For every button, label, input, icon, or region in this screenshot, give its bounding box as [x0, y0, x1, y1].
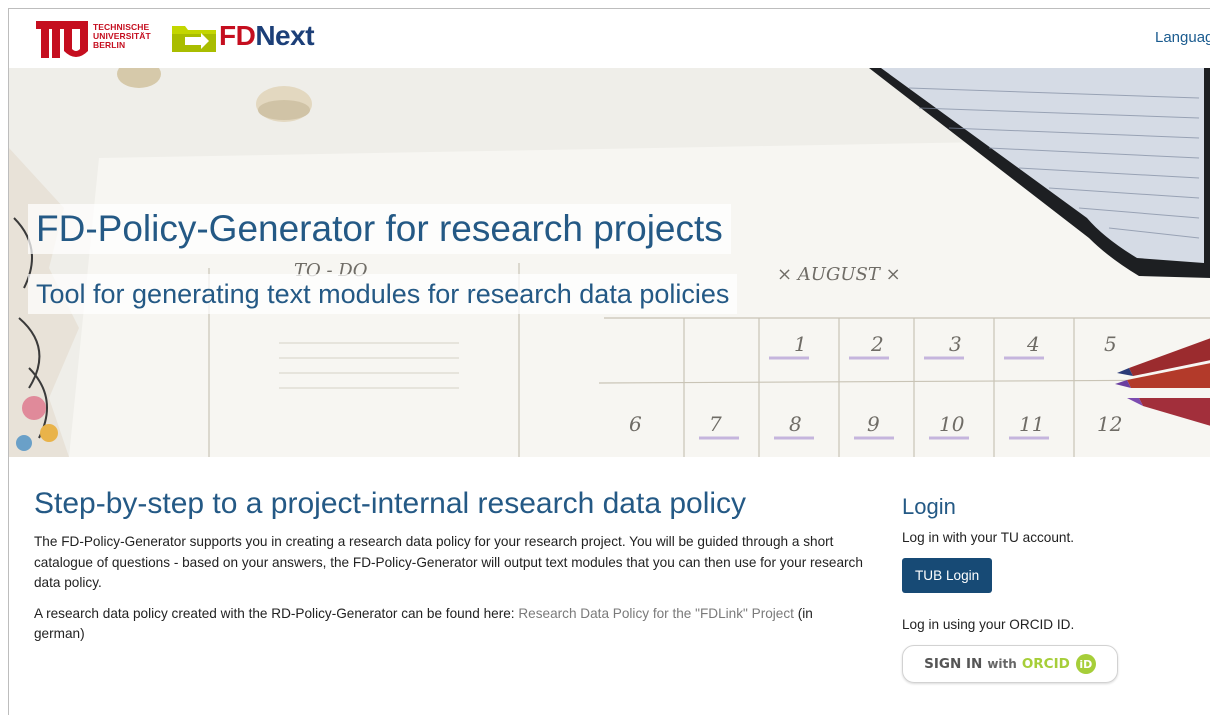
hero-subtitle: Tool for generating text modules for res…	[28, 274, 738, 314]
calendar-day-4: 4	[1026, 332, 1040, 356]
calendar-day-8: 8	[789, 412, 802, 436]
orcid-login-text: Log in using your ORCID ID.	[902, 617, 1075, 632]
hero-title: FD-Policy-Generator for research project…	[28, 204, 731, 254]
calendar-day-2: 2	[870, 332, 884, 356]
calendar-day-6: 6	[629, 412, 642, 436]
calendar-day-7: 7	[709, 412, 722, 436]
orcid-signin-label: SIGN IN	[924, 656, 983, 672]
main-content: Step-by-step to a project-internal resea…	[34, 484, 864, 645]
calendar-day-9: 9	[867, 412, 880, 436]
example-prefix: A research data policy created with the …	[34, 605, 519, 621]
intro-paragraph: The FD-Policy-Generator supports you in …	[34, 534, 863, 590]
language-menu[interactable]: Languag	[1155, 29, 1210, 46]
calendar-day-1: 1	[794, 332, 807, 356]
logo-next: Next	[255, 20, 315, 51]
login-panel: Login Log in with your TU account. TUB L…	[902, 493, 1202, 683]
orcid-brand-label: ORCID	[1021, 656, 1070, 672]
tu-logo-line-3: BERLIN	[93, 40, 126, 50]
hero-background-image: TO - DO × AUGUST × 1 2 3 4 5 6 7 8 9 10 …	[9, 68, 1210, 457]
hero-banner: TO - DO × AUGUST × 1 2 3 4 5 6 7 8 9 10 …	[9, 68, 1210, 457]
tu-berlin-logo-text: TECHNISCHE UNIVERSITÄT BERLIN	[93, 23, 151, 50]
orcid-id-icon: iD	[1075, 654, 1096, 674]
calendar-day-5: 5	[1104, 332, 1117, 356]
site-header: TECHNISCHE UNIVERSITÄT BERLIN FDNext Lan…	[9, 9, 1210, 68]
orcid-with-label: with	[987, 657, 1017, 671]
notepad-month-text: × AUGUST ×	[777, 264, 901, 285]
calendar-day-3: 3	[949, 332, 962, 356]
fdlink-policy-link[interactable]: Research Data Policy for the "FDLink" Pr…	[518, 606, 794, 621]
tu-berlin-logo-icon[interactable]	[36, 21, 88, 58]
calendar-day-12: 12	[1097, 412, 1122, 436]
fdnext-logo-text[interactable]: FDNext	[219, 20, 315, 52]
orcid-signin-button[interactable]: SIGN IN with ORCID iD	[902, 645, 1118, 683]
logo-fd: FD	[219, 20, 256, 51]
calendar-day-10: 10	[939, 412, 965, 436]
login-heading: Login	[902, 494, 956, 519]
tub-login-button[interactable]: TUB Login	[902, 558, 993, 593]
example-paragraph: A research data policy created with the …	[34, 604, 864, 645]
fdnext-folder-icon	[172, 26, 216, 52]
calendar-day-11: 11	[1019, 412, 1044, 436]
main-heading: Step-by-step to a project-internal resea…	[34, 487, 747, 520]
tu-login-text: Log in with your TU account.	[902, 530, 1075, 545]
page-frame: TECHNISCHE UNIVERSITÄT BERLIN FDNext Lan…	[8, 8, 1210, 715]
